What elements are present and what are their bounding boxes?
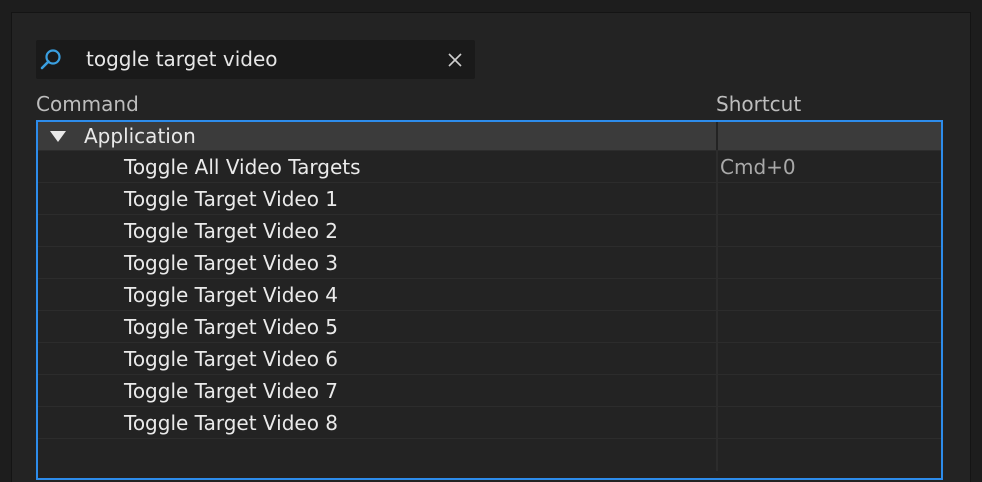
command-label: Toggle Target Video 3 (124, 251, 339, 275)
column-divider (716, 247, 718, 278)
column-divider (716, 311, 718, 342)
table-row[interactable]: Toggle All Video Targets Cmd+0 (38, 151, 941, 183)
search-box[interactable] (36, 40, 475, 79)
table-row[interactable]: Toggle Target Video 3 (38, 247, 941, 279)
command-label: Toggle Target Video 7 (124, 379, 339, 403)
command-label: Toggle Target Video 6 (124, 347, 339, 371)
table-row[interactable]: Toggle Target Video 2 (38, 215, 941, 247)
search-input[interactable] (86, 46, 426, 72)
command-label: Toggle Target Video 5 (124, 315, 339, 339)
commands-table: Application Toggle All Video Targets Cmd… (36, 120, 943, 480)
column-header-shortcut[interactable]: Shortcut (716, 92, 801, 116)
group-row-application[interactable]: Application (38, 122, 941, 151)
command-label: Toggle Target Video 8 (124, 411, 339, 435)
column-divider (716, 215, 718, 246)
column-divider (716, 343, 718, 374)
table-row[interactable]: Toggle Target Video 6 (38, 343, 941, 375)
table-row[interactable]: Toggle Target Video 8 (38, 407, 941, 439)
column-divider (716, 151, 718, 182)
column-divider (716, 375, 718, 406)
table-row[interactable]: Toggle Target Video 4 (38, 279, 941, 311)
shortcut-label[interactable]: Cmd+0 (720, 155, 796, 179)
table-row[interactable]: Toggle Target Video 1 (38, 183, 941, 215)
command-label: Toggle All Video Targets (124, 155, 361, 179)
expand-triangle-icon[interactable] (50, 131, 66, 142)
empty-row (38, 439, 941, 471)
close-icon[interactable] (446, 51, 464, 69)
column-header-command[interactable]: Command (36, 92, 139, 116)
search-icon (40, 49, 61, 70)
column-divider (716, 122, 718, 150)
table-row[interactable]: Toggle Target Video 7 (38, 375, 941, 407)
group-label: Application (84, 124, 196, 148)
command-label: Toggle Target Video 2 (124, 219, 339, 243)
column-divider (716, 439, 718, 471)
command-label: Toggle Target Video 1 (124, 187, 339, 211)
command-label: Toggle Target Video 4 (124, 283, 339, 307)
table-row[interactable]: Toggle Target Video 5 (38, 311, 941, 343)
column-divider (716, 279, 718, 310)
column-divider (716, 407, 718, 438)
column-divider (716, 183, 718, 214)
